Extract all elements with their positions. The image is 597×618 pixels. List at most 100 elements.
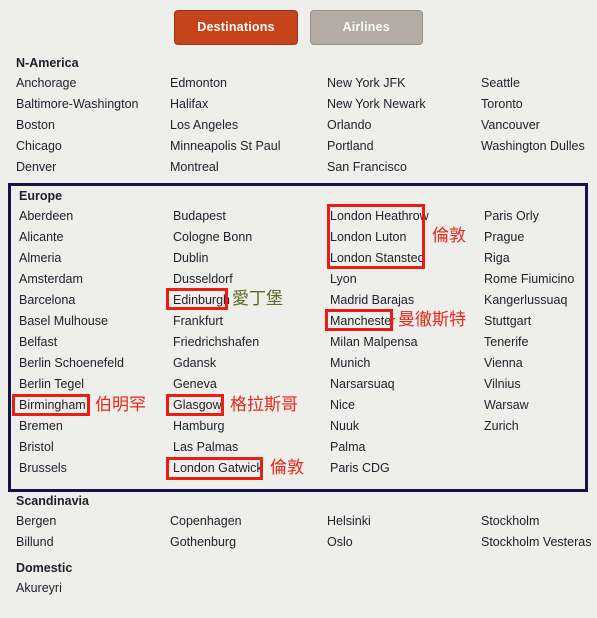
list-item-edinburgh[interactable]: Edinburgh: [173, 290, 328, 311]
list-item[interactable]: Helsinki: [327, 511, 479, 532]
list-item-london-luton[interactable]: London Luton: [330, 227, 482, 248]
list-item[interactable]: Narsarsuaq: [330, 374, 482, 395]
list-item[interactable]: Nice: [330, 395, 482, 416]
list-item[interactable]: Friedrichshafen: [173, 332, 328, 353]
list-item[interactable]: Bremen: [19, 416, 171, 437]
list-item-london-gatwick[interactable]: London Gatwick: [173, 458, 328, 479]
list-item[interactable]: Copenhagen: [170, 511, 325, 532]
list-item[interactable]: Washington Dulles: [481, 136, 597, 157]
column-4: Seattle Toronto Vancouver Washington Dul…: [481, 73, 597, 157]
list-item[interactable]: Belfast: [19, 332, 171, 353]
list-item[interactable]: Oslo: [327, 532, 479, 553]
list-item[interactable]: Halifax: [170, 94, 325, 115]
list-item[interactable]: Warsaw: [484, 395, 594, 416]
region-n-america: N-America Anchorage Baltimore-Washington…: [0, 55, 597, 180]
list-item-birmingham[interactable]: Birmingham: [19, 395, 171, 416]
tab-airlines[interactable]: Airlines: [309, 10, 423, 45]
list-item[interactable]: Vilnius: [484, 374, 594, 395]
list-item[interactable]: Tenerife: [484, 332, 594, 353]
list-item[interactable]: Frankfurt: [173, 311, 328, 332]
column-1: Bergen Billund: [16, 511, 168, 553]
list-item[interactable]: Chicago: [16, 136, 168, 157]
list-item[interactable]: Basel Mulhouse: [19, 311, 171, 332]
list-item[interactable]: Toronto: [481, 94, 597, 115]
list-item[interactable]: Las Palmas: [173, 437, 328, 458]
list-item[interactable]: Palma: [330, 437, 482, 458]
list-item[interactable]: San Francisco: [327, 157, 479, 178]
list-item[interactable]: Paris Orly: [484, 206, 594, 227]
list-item[interactable]: Stockholm: [481, 511, 597, 532]
list-item[interactable]: Dusseldorf: [173, 269, 328, 290]
column-3: New York JFK New York Newark Orlando Por…: [327, 73, 479, 178]
list-item[interactable]: Akureyri: [16, 578, 168, 599]
column-2: Copenhagen Gothenburg: [170, 511, 325, 553]
tab-destinations[interactable]: Destinations: [174, 10, 298, 45]
list-item[interactable]: Boston: [16, 115, 168, 136]
list-item[interactable]: Edmonton: [170, 73, 325, 94]
list-item-manchester[interactable]: Manchester: [330, 311, 482, 332]
list-item[interactable]: Montreal: [170, 157, 325, 178]
list-item[interactable]: Lyon: [330, 269, 482, 290]
list-item[interactable]: Barcelona: [19, 290, 171, 311]
list-item[interactable]: Baltimore-Washington: [16, 94, 168, 115]
region-columns-europe: Aberdeen Alicante Almeria Amsterdam Barc…: [11, 206, 585, 509]
list-item[interactable]: Hamburg: [173, 416, 328, 437]
list-item[interactable]: Budapest: [173, 206, 328, 227]
list-item[interactable]: Bergen: [16, 511, 168, 532]
column-4: Paris Orly Prague Riga Rome Fiumicino Ka…: [484, 206, 594, 437]
list-item[interactable]: Zurich: [484, 416, 594, 437]
list-item[interactable]: Munich: [330, 353, 482, 374]
list-item[interactable]: Kangerlussuaq: [484, 290, 594, 311]
list-item[interactable]: New York Newark: [327, 94, 479, 115]
region-title-scandinavia: Scandinavia: [16, 494, 89, 508]
list-item[interactable]: Madrid Barajas: [330, 290, 482, 311]
column-2: Edmonton Halifax Los Angeles Minneapolis…: [170, 73, 325, 178]
list-item[interactable]: Stuttgart: [484, 311, 594, 332]
list-item[interactable]: Portland: [327, 136, 479, 157]
list-item[interactable]: Orlando: [327, 115, 479, 136]
list-item[interactable]: Dublin: [173, 248, 328, 269]
column-1: Aberdeen Alicante Almeria Amsterdam Barc…: [19, 206, 171, 479]
list-item[interactable]: Milan Malpensa: [330, 332, 482, 353]
region-domestic: Domestic Akureyri: [0, 560, 597, 600]
list-item[interactable]: Berlin Tegel: [19, 374, 171, 395]
list-item-london-stansted[interactable]: London Stansted: [330, 248, 482, 269]
list-item[interactable]: Vienna: [484, 353, 594, 374]
list-item[interactable]: Stockholm Vesteras: [481, 532, 597, 553]
list-item[interactable]: Gdansk: [173, 353, 328, 374]
list-item[interactable]: Aberdeen: [19, 206, 171, 227]
list-item[interactable]: Minneapolis St Paul: [170, 136, 325, 157]
list-item[interactable]: Rome Fiumicino: [484, 269, 594, 290]
list-item[interactable]: Denver: [16, 157, 168, 178]
list-item[interactable]: Seattle: [481, 73, 597, 94]
region-columns-domestic: Akureyri: [0, 578, 597, 618]
list-item[interactable]: Prague: [484, 227, 594, 248]
list-item[interactable]: Los Angeles: [170, 115, 325, 136]
list-item[interactable]: Geneva: [173, 374, 328, 395]
column-1: Akureyri: [16, 578, 168, 599]
list-item[interactable]: New York JFK: [327, 73, 479, 94]
list-item[interactable]: Riga: [484, 248, 594, 269]
list-item[interactable]: Nuuk: [330, 416, 482, 437]
list-item[interactable]: Alicante: [19, 227, 171, 248]
list-item[interactable]: Bristol: [19, 437, 171, 458]
region-title-domestic: Domestic: [16, 561, 73, 575]
tab-bar: Destinations Airlines: [0, 10, 597, 45]
region-columns-n-america: Anchorage Baltimore-Washington Boston Ch…: [0, 73, 597, 198]
list-item[interactable]: Vancouver: [481, 115, 597, 136]
list-item[interactable]: Cologne Bonn: [173, 227, 328, 248]
list-item[interactable]: Gothenburg: [170, 532, 325, 553]
list-item[interactable]: Berlin Schoenefeld: [19, 353, 171, 374]
list-item[interactable]: Amsterdam: [19, 269, 171, 290]
column-4: Stockholm Stockholm Vesteras: [481, 511, 597, 553]
list-item[interactable]: Anchorage: [16, 73, 168, 94]
destinations-page: Destinations Airlines N-America Anchorag…: [0, 0, 597, 600]
list-item[interactable]: Paris CDG: [330, 458, 482, 479]
list-item[interactable]: Billund: [16, 532, 168, 553]
column-3: Helsinki Oslo: [327, 511, 479, 553]
region-title-n-america: N-America: [16, 56, 79, 70]
list-item[interactable]: Brussels: [19, 458, 171, 479]
list-item[interactable]: Almeria: [19, 248, 171, 269]
list-item-london-heathrow[interactable]: London Heathrow: [330, 206, 482, 227]
list-item-glasgow[interactable]: Glasgow: [173, 395, 328, 416]
